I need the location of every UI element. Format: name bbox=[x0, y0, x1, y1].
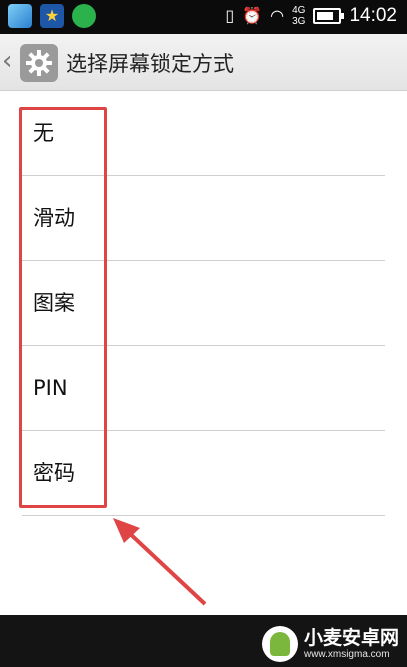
watermark-url: www.xmsigma.com bbox=[303, 649, 390, 660]
watermark: 小麦安卓网 www.xmsigma.com bbox=[261, 626, 399, 662]
annotation-arrow bbox=[113, 518, 207, 606]
watermark-title: 小麦安卓网 bbox=[303, 627, 399, 649]
android-logo-icon bbox=[261, 626, 298, 662]
